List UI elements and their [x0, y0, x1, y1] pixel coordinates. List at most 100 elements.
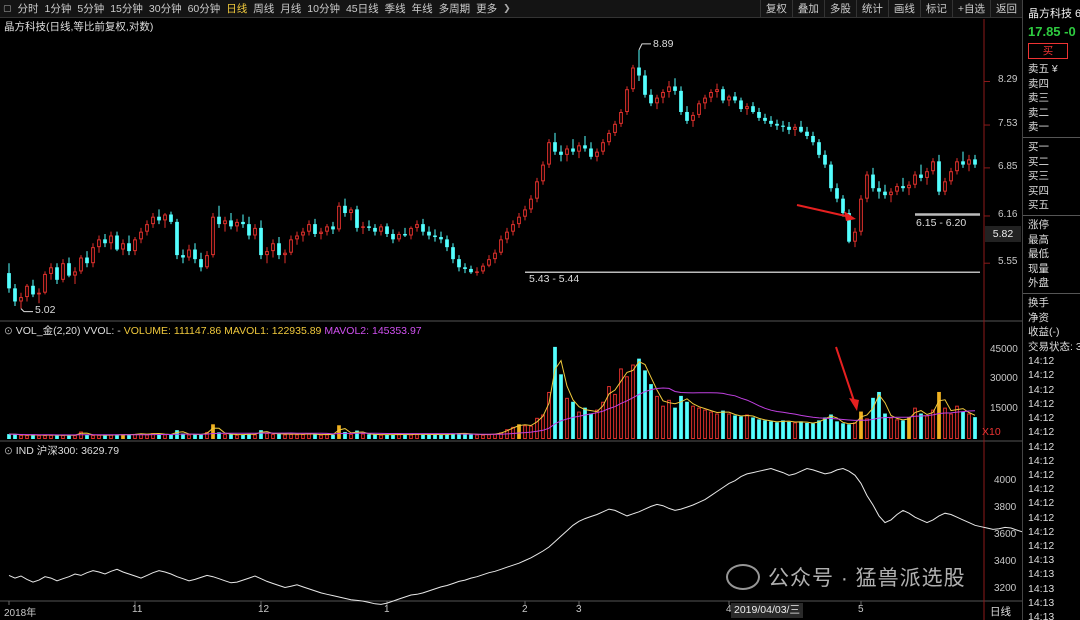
volume-bar — [727, 413, 731, 439]
period-tab-7[interactable]: 周线 — [250, 0, 277, 18]
candle-body — [91, 247, 95, 264]
candle-body — [427, 231, 431, 236]
volume-bar — [889, 417, 893, 440]
candle-body — [511, 224, 515, 232]
candle-body — [433, 235, 437, 238]
period-tab-0[interactable]: 分时 — [15, 0, 42, 18]
period-tabs: 分时 1分钟 5分钟 15分钟 30分钟 60分钟 日线 周线 月线 10分钟 45日线 季线 年线 多周… — [15, 0, 501, 18]
candle-body — [871, 174, 875, 189]
volume-bar — [367, 434, 371, 439]
volume-bar — [73, 435, 77, 439]
candle-body — [775, 123, 779, 126]
candle-body — [385, 226, 389, 234]
tool-button-7[interactable]: 返回 — [990, 0, 1022, 18]
period-tab-4[interactable]: 30分钟 — [146, 0, 185, 18]
volume-bar — [385, 434, 389, 439]
watermark-text: 公众号 · 猛兽派选股 — [768, 567, 966, 590]
volume-bar — [325, 434, 329, 439]
period-tab-3[interactable]: 15分钟 — [107, 0, 146, 18]
candle-body — [127, 243, 131, 252]
candle-body — [19, 297, 23, 302]
index-tick-1: 3800 — [994, 502, 1017, 514]
period-tab-9[interactable]: 10分钟 — [304, 0, 343, 18]
candle-body — [163, 214, 167, 221]
tick-time-18: 14:13 — [1028, 610, 1055, 620]
tool-button-2[interactable]: 多股 — [823, 0, 856, 18]
candle-body — [487, 259, 491, 266]
volume-bar — [769, 421, 773, 439]
period-tab-13[interactable]: 多周期 — [436, 0, 474, 18]
candle-body — [727, 96, 731, 101]
chart-panel[interactable]: 晶方科技(日线,等比前复权,对数) 8.89 5.02 5.43 - 5.44 … — [0, 19, 1035, 620]
chevron-right-icon[interactable]: ❯ — [500, 3, 514, 14]
current-price-tag: 5.82 — [985, 226, 1021, 242]
volume-bar — [631, 364, 635, 439]
candle-body — [415, 224, 419, 228]
volume-bar — [481, 434, 485, 439]
candle-body — [655, 97, 659, 104]
volume-bar — [271, 433, 275, 439]
sell-row-2: 卖三 — [1028, 92, 1049, 105]
period-tab-1[interactable]: 1分钟 — [42, 0, 75, 18]
period-tab-6[interactable]: 日线 — [223, 0, 250, 18]
index-indicator-name: IND — [15, 445, 34, 457]
period-tab-2[interactable]: 5分钟 — [74, 0, 107, 18]
volume-bar — [967, 413, 971, 439]
buy-button[interactable]: 买 — [1028, 43, 1068, 59]
sell-orders: 卖五 ¥ 卖四 卖三 卖二 卖一 — [1023, 62, 1080, 135]
candle-body — [535, 181, 539, 199]
candle-body — [667, 86, 671, 92]
volume-bar — [235, 434, 239, 439]
period-tab-12[interactable]: 年线 — [409, 0, 436, 18]
volume-bar — [361, 433, 365, 439]
wechat-icon — [726, 564, 760, 590]
tool-button-1[interactable]: 叠加 — [791, 0, 824, 18]
volume-bar — [229, 434, 233, 439]
tool-button-5[interactable]: 标记 — [919, 0, 952, 18]
chart-canvas[interactable] — [0, 19, 1035, 620]
volume-bar — [55, 435, 59, 439]
support-line-label-1: 5.43 - 5.44 — [529, 273, 580, 286]
volume-bar — [403, 434, 407, 439]
mavol1-value-label: MAVOL1: 122935.89 — [224, 325, 322, 337]
volume-bar — [673, 407, 677, 439]
period-tab-8[interactable]: 月线 — [277, 0, 304, 18]
volume-bar — [949, 413, 953, 439]
volume-collapse-icon[interactable]: ⊙ — [4, 325, 16, 337]
volume-tick-2: 15000 — [990, 402, 1018, 414]
toolbar-menu-icon[interactable]: ▢ — [0, 3, 15, 14]
volume-bar — [955, 405, 959, 439]
volume-bar — [265, 433, 269, 439]
period-tab-11[interactable]: 季线 — [382, 0, 409, 18]
period-tab-5[interactable]: 60分钟 — [185, 0, 224, 18]
tool-button-4[interactable]: 画线 — [887, 0, 920, 18]
candle-body — [607, 132, 611, 143]
tool-button-0[interactable]: 复权 — [759, 0, 792, 18]
candle-body — [967, 159, 971, 165]
stat-row-1: 最高 — [1028, 233, 1049, 246]
stat-row-2: 最低 — [1028, 248, 1049, 261]
candle-body — [961, 161, 965, 165]
candle-body — [379, 226, 383, 232]
candle-body — [673, 86, 677, 91]
index-collapse-icon[interactable]: ⊙ — [4, 445, 16, 457]
volume-bar — [559, 374, 563, 439]
period-tab-10[interactable]: 45日线 — [343, 0, 382, 18]
candle-body — [145, 224, 149, 232]
quote-extra: 换手 净资 收益(-) — [1023, 296, 1080, 340]
tool-button-6[interactable]: +自选 — [951, 0, 990, 18]
candle-body — [13, 288, 17, 302]
candle-body — [463, 267, 467, 269]
candle-body — [367, 226, 371, 228]
tick-times: 14:12 14:12 14:12 14:12 14:12 14:12 14:12 14:12… — [1023, 354, 1080, 620]
candle-body — [265, 251, 269, 256]
candle-body — [499, 239, 503, 253]
candle-body — [361, 226, 365, 228]
candle-body — [769, 120, 773, 124]
candle-body — [877, 188, 881, 192]
volume-bars — [7, 346, 977, 440]
tool-button-3[interactable]: 统计 — [855, 0, 888, 18]
period-tab-14[interactable]: 更多 — [473, 0, 500, 18]
buy-row-3: 买四 — [1028, 184, 1049, 197]
candle-body — [889, 191, 893, 196]
